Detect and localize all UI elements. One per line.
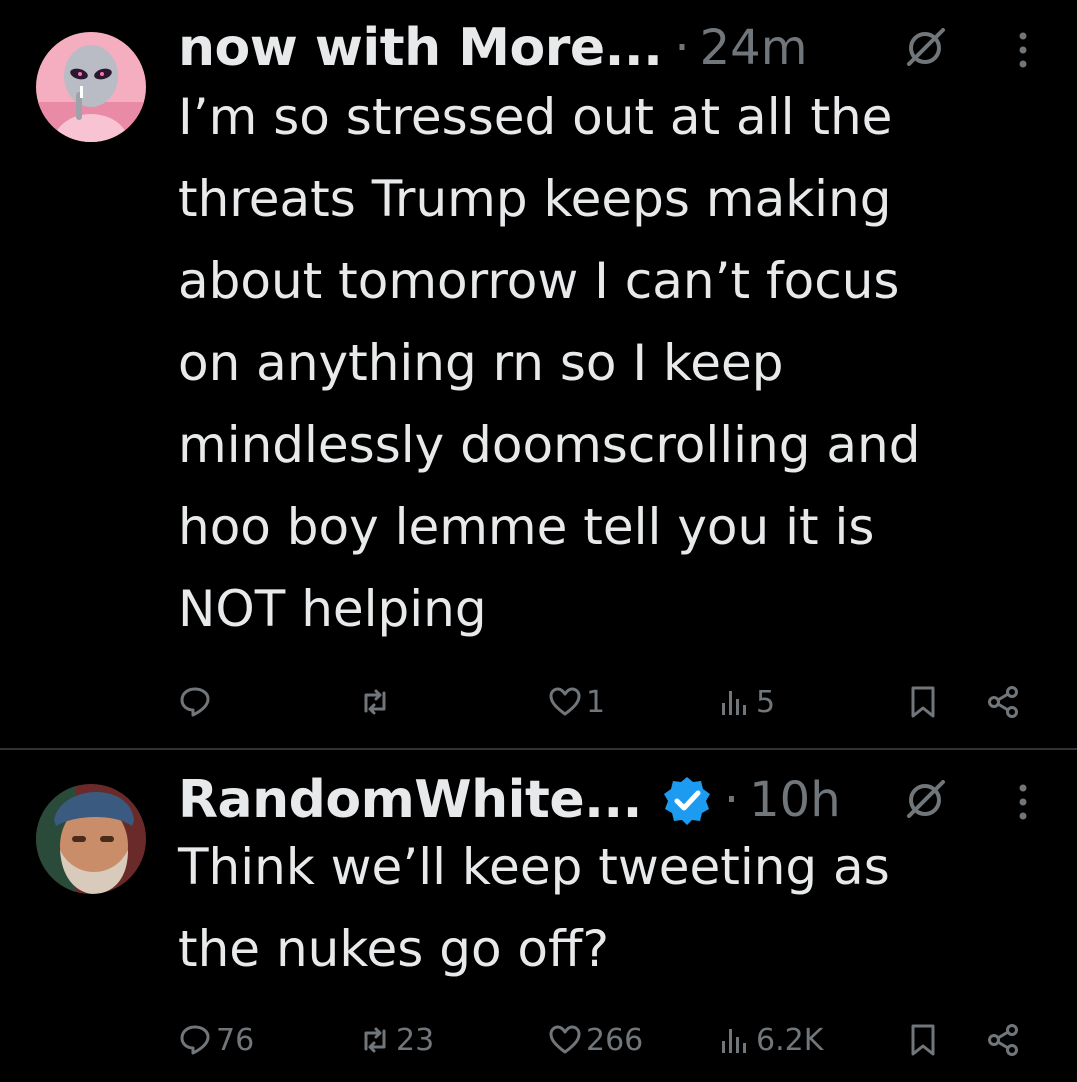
like-count: 1 [586,684,606,720]
repost-button[interactable]: 23 [358,1020,434,1060]
views-count: 6.2K [756,1022,824,1058]
reply-icon [180,687,210,717]
share-button[interactable] [986,1020,1020,1060]
views-icon [722,1029,746,1053]
reply-count: 76 [216,1022,255,1058]
share-icon [988,686,1018,718]
bookmark-button[interactable] [906,1020,940,1060]
share-button[interactable] [986,682,1020,722]
repost-icon [364,1027,386,1053]
separator: · [674,20,690,76]
action-bar: 76 23 266 6.2K [178,1020,1037,1060]
share-icon [988,1024,1018,1056]
action-bar: 1 5 [178,682,1037,722]
views-button[interactable]: 5 [718,682,775,722]
bookmark-button[interactable] [906,682,940,722]
alien-avatar-icon [36,32,146,142]
bookmark-icon [911,1024,935,1056]
more-options-icon[interactable] [1016,782,1030,822]
repost-button[interactable] [358,682,396,722]
reply-icon [180,1025,210,1055]
tweet[interactable]: now with More... · 24m I’m so stressed o… [0,0,1077,748]
reply-button[interactable] [178,682,216,722]
bearded-man-avatar-icon [36,784,146,894]
separator: · [723,772,740,828]
grok-icon[interactable] [903,26,947,70]
views-button[interactable]: 6.2K [718,1020,823,1060]
timestamp[interactable]: 24m [700,20,808,76]
verified-badge-icon[interactable] [662,775,712,825]
display-name[interactable]: now with More... [178,18,663,78]
like-count: 266 [586,1022,644,1058]
views-count: 5 [756,684,776,720]
heart-icon [549,1025,581,1054]
repost-count: 23 [396,1022,435,1058]
timestamp[interactable]: 10h [749,772,841,828]
like-button[interactable]: 266 [548,1020,643,1060]
tweet-text: I’m so stressed out at all the threats T… [178,88,921,638]
more-options-icon[interactable] [1016,30,1030,70]
avatar[interactable] [36,32,146,142]
bookmark-icon [911,686,935,718]
heart-icon [549,687,581,716]
tweet-text: Think we’ll keep tweeting as the nukes g… [178,838,890,978]
views-icon [722,691,746,715]
like-button[interactable]: 1 [548,682,605,722]
display-name[interactable]: RandomWhite... [178,770,642,830]
tweet[interactable]: RandomWhite... · 10h Think we’ll keep tw… [0,750,1077,1082]
repost-icon [364,689,386,715]
avatar[interactable] [36,784,146,894]
reply-button[interactable]: 76 [178,1020,254,1060]
grok-icon[interactable] [903,778,947,822]
